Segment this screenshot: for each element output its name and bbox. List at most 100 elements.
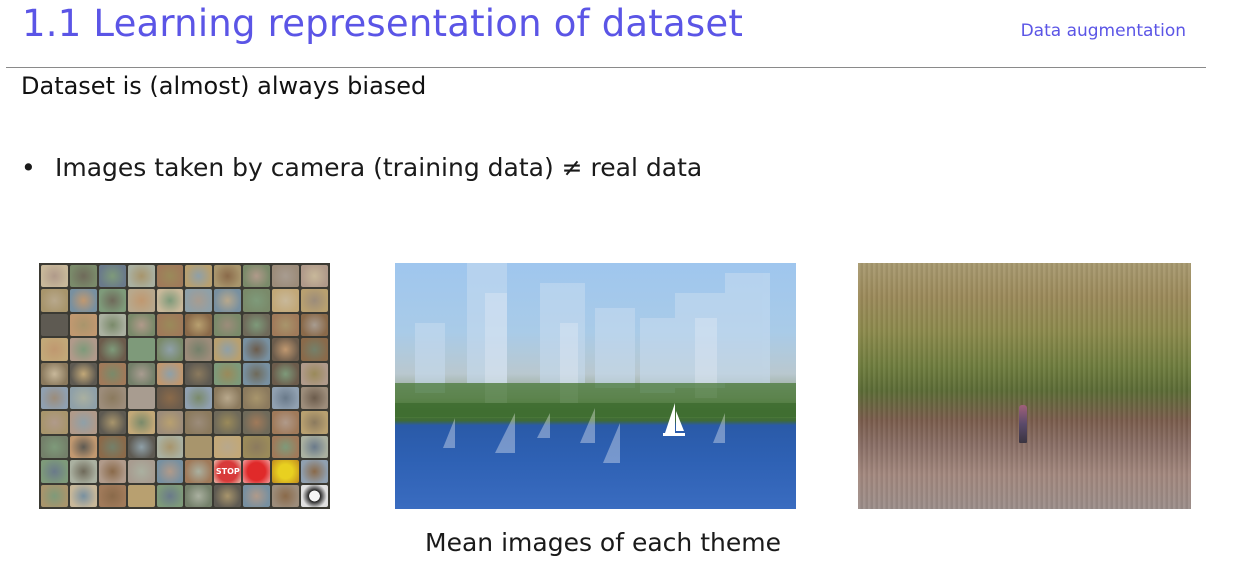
object-category-mean-grid: STOP: [39, 263, 330, 509]
category-thumbnail: [127, 484, 155, 507]
category-thumbnail: [127, 386, 155, 410]
category-thumbnail: [214, 386, 242, 410]
category-thumbnail: [301, 460, 328, 483]
category-thumbnail: [214, 313, 242, 337]
category-thumbnail: [272, 289, 300, 312]
category-thumbnail: [156, 362, 184, 385]
category-thumbnail: [98, 484, 126, 507]
category-thumbnail: [156, 313, 184, 337]
category-thumbnail: [301, 435, 328, 459]
category-thumbnail: [243, 313, 271, 337]
person-silhouette: [1019, 405, 1027, 443]
bullet-item: • Images taken by camera (training data) …: [21, 153, 702, 182]
category-thumbnail: [243, 411, 271, 434]
category-thumbnail: [185, 411, 213, 434]
category-thumbnail: [41, 386, 68, 410]
category-thumbnail: [272, 484, 300, 507]
category-thumbnail: [41, 313, 68, 337]
category-thumbnail: [185, 484, 213, 507]
category-thumbnail: [185, 386, 213, 410]
category-thumbnail: [214, 484, 242, 507]
category-thumbnail: [127, 362, 155, 385]
bullet-marker: •: [21, 153, 36, 182]
category-thumbnail: [69, 338, 97, 361]
category-thumbnail: [41, 484, 68, 507]
category-thumbnail: [185, 338, 213, 361]
category-thumbnail: [301, 362, 328, 385]
category-thumbnail: [69, 484, 97, 507]
stop-sign-thumbnail: STOP: [214, 460, 242, 483]
category-thumbnail: [272, 411, 300, 434]
category-thumbnail: [69, 460, 97, 483]
category-thumbnail: [98, 411, 126, 434]
category-thumbnail: [301, 265, 328, 288]
category-thumbnail: [272, 338, 300, 361]
category-thumbnail: [272, 362, 300, 385]
category-thumbnail: [156, 411, 184, 434]
category-thumbnail: [156, 435, 184, 459]
category-thumbnail: [301, 338, 328, 361]
park-mean-image: [858, 263, 1191, 509]
category-thumbnail: [214, 435, 242, 459]
category-thumbnail: [156, 460, 184, 483]
category-thumbnail: [98, 289, 126, 312]
category-thumbnail: [156, 265, 184, 288]
category-thumbnail: [214, 338, 242, 361]
category-thumbnail: [243, 386, 271, 410]
category-thumbnail: [69, 362, 97, 385]
category-thumbnail: [185, 460, 213, 483]
category-thumbnail: [69, 386, 97, 410]
category-thumbnail: [41, 338, 68, 361]
category-thumbnail: [98, 313, 126, 337]
category-thumbnail: [98, 386, 126, 410]
category-thumbnail: [272, 460, 300, 483]
category-thumbnail: [243, 484, 271, 507]
category-thumbnail: [301, 411, 328, 434]
category-thumbnail: [243, 338, 271, 361]
category-thumbnail: [272, 313, 300, 337]
category-thumbnail: [272, 265, 300, 288]
category-thumbnail: [185, 313, 213, 337]
category-thumbnail: [41, 460, 68, 483]
category-thumbnail: [98, 435, 126, 459]
title-divider: [6, 67, 1206, 68]
category-thumbnail: [69, 435, 97, 459]
slide-title: 1.1 Learning representation of dataset: [22, 2, 744, 45]
park-texture: [858, 263, 1191, 509]
category-thumbnail: [127, 338, 155, 361]
category-thumbnail: [301, 484, 328, 507]
category-thumbnail: [156, 386, 184, 410]
category-thumbnail: [98, 338, 126, 361]
category-thumbnail: [41, 265, 68, 288]
category-thumbnail: [301, 313, 328, 337]
category-thumbnail: [41, 435, 68, 459]
category-thumbnail: [301, 386, 328, 410]
category-thumbnail: [185, 435, 213, 459]
category-thumbnail: [272, 386, 300, 410]
category-thumbnail: [69, 289, 97, 312]
category-thumbnail: [214, 411, 242, 434]
slide-subtitle: Dataset is (almost) always biased: [21, 72, 427, 100]
category-thumbnail: [185, 362, 213, 385]
category-thumbnail: [127, 265, 155, 288]
category-thumbnail: [41, 362, 68, 385]
category-thumbnail: [156, 289, 184, 312]
category-thumbnail: [127, 411, 155, 434]
category-thumbnail: [243, 460, 271, 483]
category-thumbnail: [127, 289, 155, 312]
category-thumbnail: [214, 362, 242, 385]
category-thumbnail: [127, 460, 155, 483]
category-thumbnail: [98, 460, 126, 483]
category-thumbnail: [243, 362, 271, 385]
image-caption: Mean images of each theme: [425, 528, 781, 557]
category-thumbnail: [98, 265, 126, 288]
category-thumbnail: [156, 484, 184, 507]
section-tag: Data augmentation: [1020, 21, 1186, 41]
city-harbor-mean-image: [395, 263, 796, 509]
category-thumbnail: [272, 435, 300, 459]
bullet-text: Images taken by camera (training data) ≠…: [55, 153, 703, 182]
category-thumbnail: [41, 411, 68, 434]
category-thumbnail: [301, 289, 328, 312]
slide: 1.1 Learning representation of dataset D…: [0, 0, 1234, 572]
category-thumbnail: [185, 289, 213, 312]
